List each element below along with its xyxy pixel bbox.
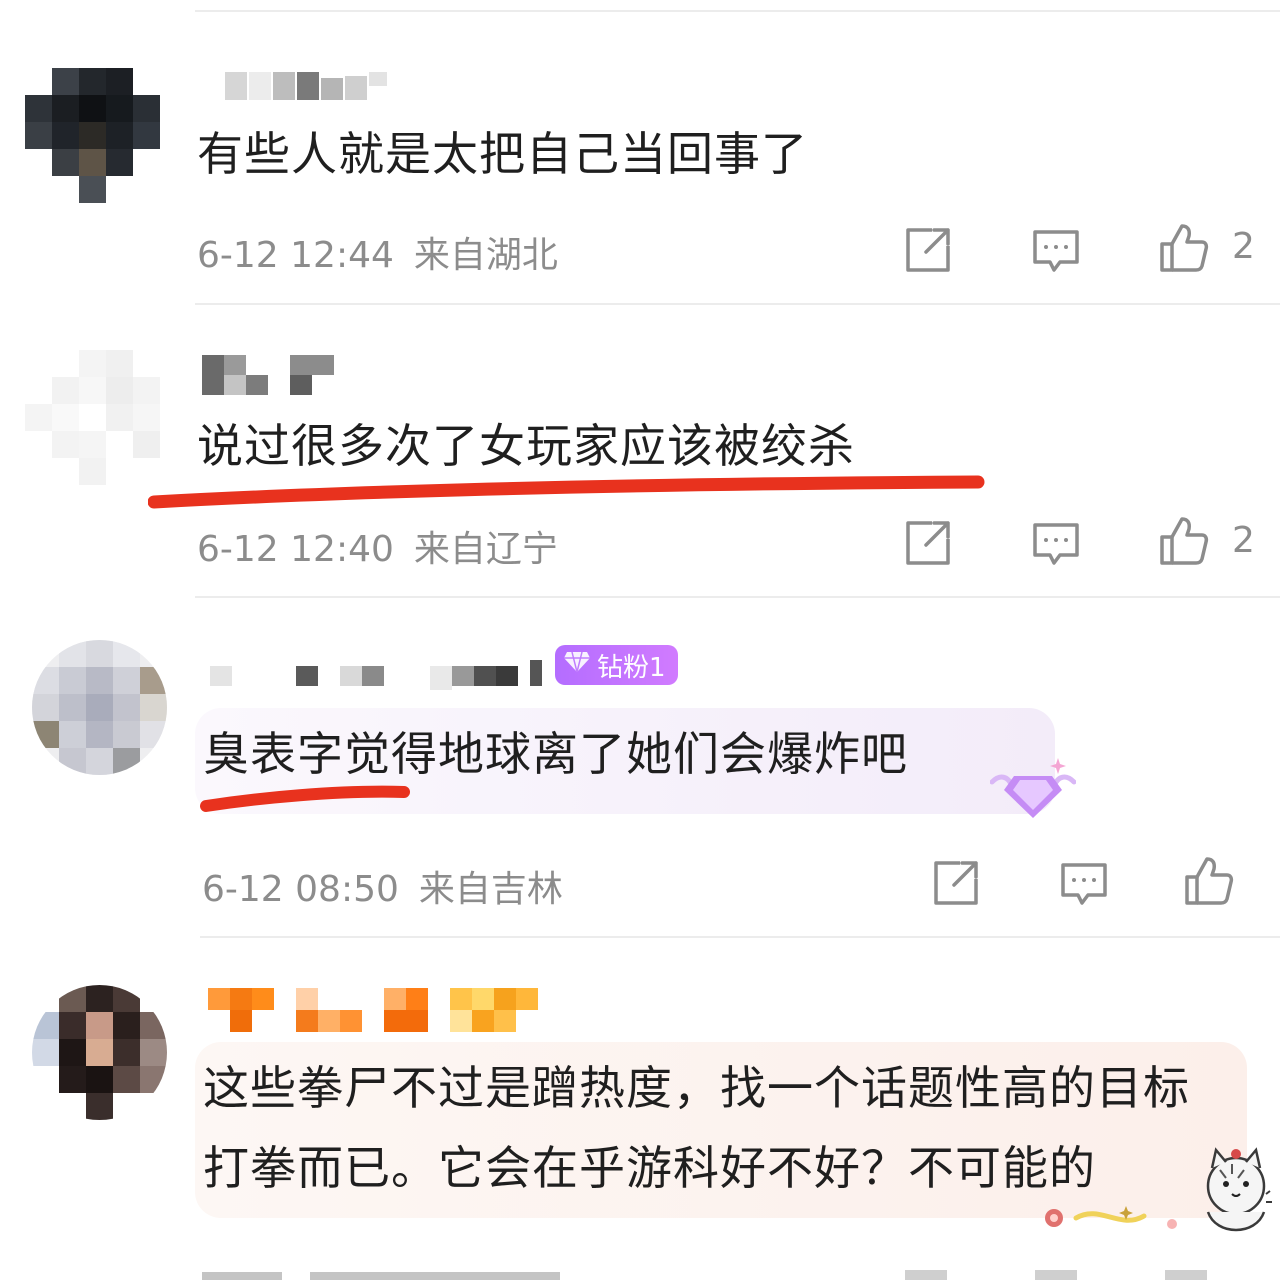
comment-text: 说过很多次了女玩家应该被绞杀 — [197, 419, 855, 473]
like-icon[interactable] — [1183, 855, 1235, 907]
comment-icon[interactable] — [1030, 517, 1082, 569]
comment-date: 6-12 08:50 — [202, 869, 399, 910]
fan-badge[interactable]: 钻粉1 — [555, 645, 678, 685]
like-icon[interactable] — [1158, 515, 1210, 567]
comment-location: 来自辽宁 — [413, 529, 558, 570]
share-icon[interactable] — [902, 517, 954, 569]
comment-location: 来自湖北 — [413, 235, 558, 276]
comment-meta-partial — [200, 1262, 1280, 1280]
avatar[interactable] — [25, 350, 160, 485]
avatar[interactable] — [32, 985, 167, 1120]
divider — [195, 10, 1280, 12]
username[interactable] — [225, 66, 395, 106]
comment-meta: 6-12 12:44 来自湖北 — [197, 226, 578, 278]
comment-text: 有些人就是太把自己当回事了 — [197, 127, 808, 181]
comment-date: 6-12 12:40 — [197, 529, 394, 570]
like-count: 2 — [1232, 226, 1255, 267]
username[interactable] — [208, 988, 558, 1032]
comment-text: 臭表字觉得地球离了她们会爆炸吧 — [203, 727, 908, 781]
diamond-icon — [563, 650, 591, 681]
fan-badge-label: 钻粉1 — [597, 652, 666, 683]
share-icon[interactable] — [930, 857, 982, 909]
comment-meta: 6-12 12:40 来自辽宁 — [197, 520, 578, 572]
divider — [195, 596, 1280, 598]
cat-sticker-icon — [1045, 1147, 1272, 1232]
comment-date: 6-12 12:44 — [197, 235, 394, 276]
comment-icon[interactable] — [1058, 857, 1110, 909]
username[interactable] — [210, 656, 550, 696]
diamond-decoration-icon — [990, 758, 1076, 818]
share-icon[interactable] — [902, 224, 954, 276]
username[interactable] — [202, 355, 342, 395]
comment-meta: 6-12 08:50 来自吉林 — [202, 860, 583, 912]
avatar[interactable] — [25, 68, 160, 203]
comment-icon[interactable] — [1030, 224, 1082, 276]
comment-location: 来自吉林 — [418, 869, 563, 910]
like-icon[interactable] — [1158, 222, 1210, 274]
like-count: 2 — [1232, 520, 1255, 561]
divider — [200, 936, 1280, 938]
divider — [195, 303, 1280, 305]
avatar[interactable] — [32, 640, 167, 775]
